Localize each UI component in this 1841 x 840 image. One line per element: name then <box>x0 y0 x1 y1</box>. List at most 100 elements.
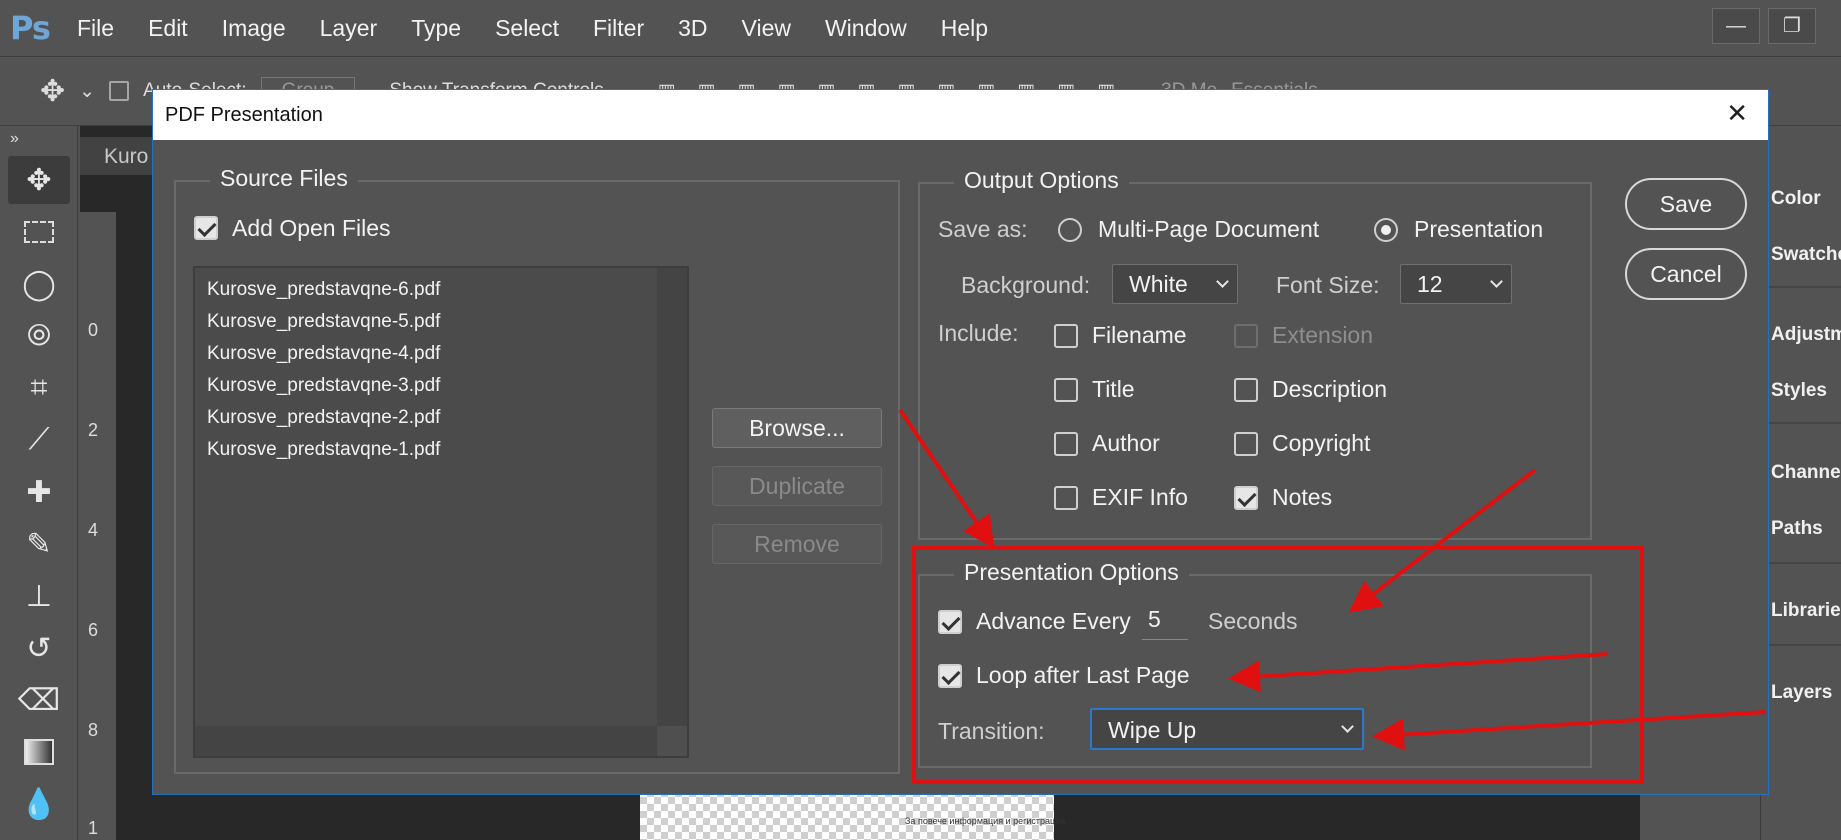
multi-page-label: Multi-Page Document <box>1098 216 1320 242</box>
photoshop-logo: Ps <box>10 9 51 47</box>
eraser-tool-icon[interactable]: ⌫ <box>8 676 70 724</box>
panel-layers[interactable]: Layers <box>1771 682 1832 704</box>
list-item[interactable]: Kurosve_predstavqne-2.pdf <box>195 402 687 434</box>
add-open-files-checkbox[interactable] <box>194 216 218 240</box>
quick-select-tool-icon[interactable]: ⦾ <box>8 312 70 360</box>
description-checkbox[interactable] <box>1234 378 1258 402</box>
filename-checkbox[interactable] <box>1054 324 1078 348</box>
minimize-icon[interactable]: — <box>1712 8 1760 44</box>
expand-icon[interactable]: » <box>0 126 77 152</box>
chevron-down-icon <box>1216 275 1229 288</box>
list-item[interactable]: Kurosve_predstavqne-3.pdf <box>195 370 687 402</box>
presentation-radio[interactable] <box>1374 218 1398 242</box>
exif-info-label: EXIF Info <box>1092 484 1188 510</box>
menu-3d[interactable]: 3D <box>661 15 724 42</box>
menu-select[interactable]: Select <box>478 15 576 42</box>
menu-edit[interactable]: Edit <box>131 15 205 42</box>
extension-checkbox[interactable] <box>1234 324 1258 348</box>
author-checkbox[interactable] <box>1054 432 1078 456</box>
cancel-button[interactable]: Cancel <box>1625 248 1747 300</box>
brush-tool-icon[interactable]: ✎ <box>8 520 70 568</box>
panel-divider <box>1761 562 1841 564</box>
healing-brush-tool-icon[interactable]: ✚ <box>8 468 70 516</box>
list-item[interactable]: Kurosve_predstavqne-6.pdf <box>195 274 687 306</box>
ruler-mark: 6 <box>88 620 99 640</box>
menu-layer[interactable]: Layer <box>303 15 395 42</box>
filename-label: Filename <box>1092 322 1187 348</box>
save-as-label: Save as: <box>938 216 1028 242</box>
move-tool-icon[interactable]: ✥ <box>8 156 70 204</box>
duplicate-button[interactable]: Duplicate <box>712 466 882 506</box>
panel-adjustments[interactable]: Adjustm <box>1771 324 1841 346</box>
stamp-tool-icon[interactable]: ⊥ <box>8 572 70 620</box>
output-options-legend: Output Options <box>954 167 1129 194</box>
scroll-corner <box>657 726 687 756</box>
panel-styles[interactable]: Styles <box>1771 380 1827 402</box>
crop-tool-icon[interactable]: ⌗ <box>8 364 70 412</box>
panel-divider <box>1761 286 1841 288</box>
list-item[interactable]: Kurosve_predstavqne-1.pdf <box>195 434 687 466</box>
panel-divider <box>1761 422 1841 424</box>
vertical-ruler: 0 2 4 6 8 1 <box>80 212 116 840</box>
include-label: Include: <box>938 320 1019 346</box>
presentation-label: Presentation <box>1414 216 1544 242</box>
canvas-text: За повече информация и регистрация <box>905 816 1066 826</box>
move-icon[interactable]: ✥ <box>40 74 65 109</box>
panels-column: Color Swatche Adjustm Styles Channe Path… <box>1760 126 1841 840</box>
source-file-list[interactable]: Kurosve_predstavqne-6.pdf Kurosve_predst… <box>193 266 689 758</box>
ruler-mark: 8 <box>88 720 99 740</box>
background-select[interactable]: White <box>1112 264 1238 304</box>
title-checkbox[interactable] <box>1054 378 1078 402</box>
lasso-tool-icon[interactable]: ◯ <box>8 260 70 308</box>
document-canvas[interactable] <box>640 790 1054 840</box>
panel-channels[interactable]: Channe <box>1771 462 1841 484</box>
menu-filter[interactable]: Filter <box>576 15 661 42</box>
list-item[interactable]: Kurosve_predstavqne-4.pdf <box>195 338 687 370</box>
save-button[interactable]: Save <box>1625 178 1747 230</box>
remove-button[interactable]: Remove <box>712 524 882 564</box>
horizontal-scrollbar[interactable] <box>195 726 659 756</box>
copyright-label: Copyright <box>1272 430 1371 456</box>
panel-color[interactable]: Color <box>1771 188 1821 210</box>
panel-paths[interactable]: Paths <box>1771 518 1823 540</box>
panel-swatches[interactable]: Swatche <box>1771 244 1841 266</box>
background-label: Background: <box>961 272 1091 298</box>
menu-help[interactable]: Help <box>924 15 1005 42</box>
eyedropper-tool-icon[interactable]: ⟋ <box>8 416 70 464</box>
font-size-select[interactable]: 12 <box>1400 264 1512 304</box>
gradient-tool-icon[interactable] <box>8 728 70 776</box>
chevron-down-icon[interactable]: ⌄ <box>79 80 95 103</box>
history-brush-tool-icon[interactable]: ↺ <box>8 624 70 672</box>
ruler-mark: 1 <box>88 818 99 838</box>
close-icon[interactable]: ✕ <box>1726 98 1748 129</box>
multi-page-radio[interactable] <box>1058 218 1082 242</box>
copyright-checkbox[interactable] <box>1234 432 1258 456</box>
auto-select-checkbox[interactable] <box>109 81 130 101</box>
menu-view[interactable]: View <box>725 15 808 42</box>
background-value: White <box>1129 271 1188 297</box>
ruler-mark: 2 <box>88 420 99 440</box>
menu-bar: Ps File Edit Image Layer Type Select Fil… <box>0 0 1841 56</box>
add-open-files-label: Add Open Files <box>232 215 391 241</box>
tools-panel: » ✥ ◯ ⦾ ⌗ ⟋ ✚ ✎ ⊥ ↺ ⌫ 💧 <box>0 126 78 840</box>
panel-libraries[interactable]: Librarie <box>1771 600 1841 622</box>
list-item[interactable]: Kurosve_predstavqne-5.pdf <box>195 306 687 338</box>
notes-checkbox[interactable] <box>1234 486 1258 510</box>
menu-image[interactable]: Image <box>205 15 303 42</box>
restore-icon[interactable]: ❐ <box>1768 8 1816 44</box>
menu-window[interactable]: Window <box>808 15 924 42</box>
title-label: Title <box>1092 376 1135 402</box>
menu-file[interactable]: File <box>60 15 131 42</box>
dialog-titlebar: PDF Presentation ✕ <box>153 90 1768 140</box>
browse-button[interactable]: Browse... <box>712 408 882 448</box>
menu-type[interactable]: Type <box>394 15 478 42</box>
exif-info-checkbox[interactable] <box>1054 486 1078 510</box>
panel-divider <box>1761 644 1841 646</box>
marquee-tool-icon[interactable] <box>8 208 70 256</box>
font-size-value: 12 <box>1417 271 1443 297</box>
source-files-group: Source Files Add Open Files Kurosve_pred… <box>174 165 900 774</box>
chevron-down-icon <box>1490 275 1503 288</box>
blur-tool-icon[interactable]: 💧 <box>8 780 70 828</box>
output-options-group: Output Options Save as: Multi-Page Docum… <box>918 167 1592 540</box>
vertical-scrollbar[interactable] <box>657 268 687 728</box>
